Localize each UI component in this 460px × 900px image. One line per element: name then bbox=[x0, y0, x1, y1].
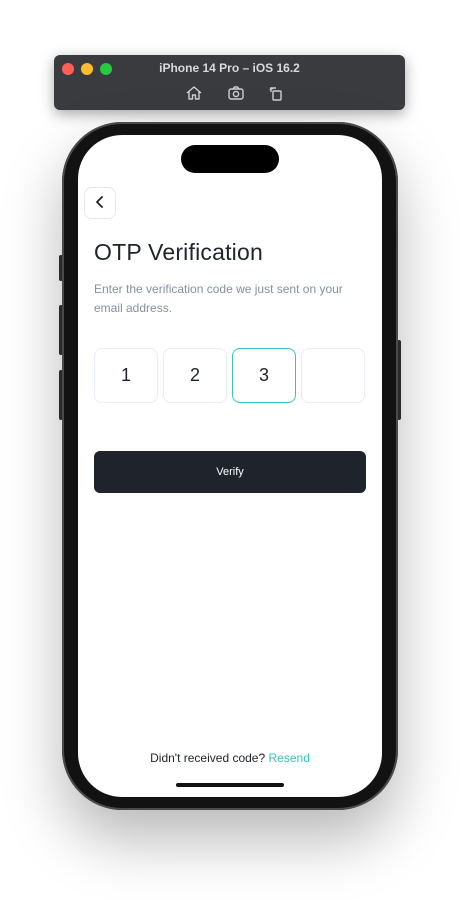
screenshot-icon[interactable] bbox=[226, 83, 246, 103]
phone-screen: OTP Verification Enter the verification … bbox=[78, 135, 382, 797]
home-indicator bbox=[176, 783, 284, 787]
otp-digit-3[interactable]: 3 bbox=[232, 348, 296, 403]
resend-prompt: Didn't received code? Resend bbox=[78, 751, 382, 765]
resend-prompt-text: Didn't received code? bbox=[150, 751, 266, 765]
otp-digit-2[interactable]: 2 bbox=[163, 348, 227, 403]
simulator-toolbar bbox=[54, 83, 405, 103]
rotate-icon[interactable] bbox=[266, 83, 286, 103]
page-title: OTP Verification bbox=[94, 239, 263, 265]
verify-button[interactable]: Verify bbox=[94, 451, 366, 493]
simulator-title-bar: iPhone 14 Pro – iOS 16.2 bbox=[54, 55, 405, 110]
chevron-left-icon bbox=[93, 194, 107, 213]
back-button[interactable] bbox=[84, 187, 116, 219]
home-icon[interactable] bbox=[184, 83, 204, 103]
dynamic-island bbox=[181, 145, 279, 173]
page-subtitle: Enter the verification code we just sent… bbox=[94, 282, 343, 315]
simulator-title: iPhone 14 Pro – iOS 16.2 bbox=[159, 61, 300, 75]
otp-input-group: 1 2 3 bbox=[94, 348, 367, 404]
resend-link[interactable]: Resend bbox=[269, 751, 310, 765]
otp-digit-1[interactable]: 1 bbox=[94, 348, 158, 403]
otp-digit-4[interactable] bbox=[301, 348, 365, 403]
